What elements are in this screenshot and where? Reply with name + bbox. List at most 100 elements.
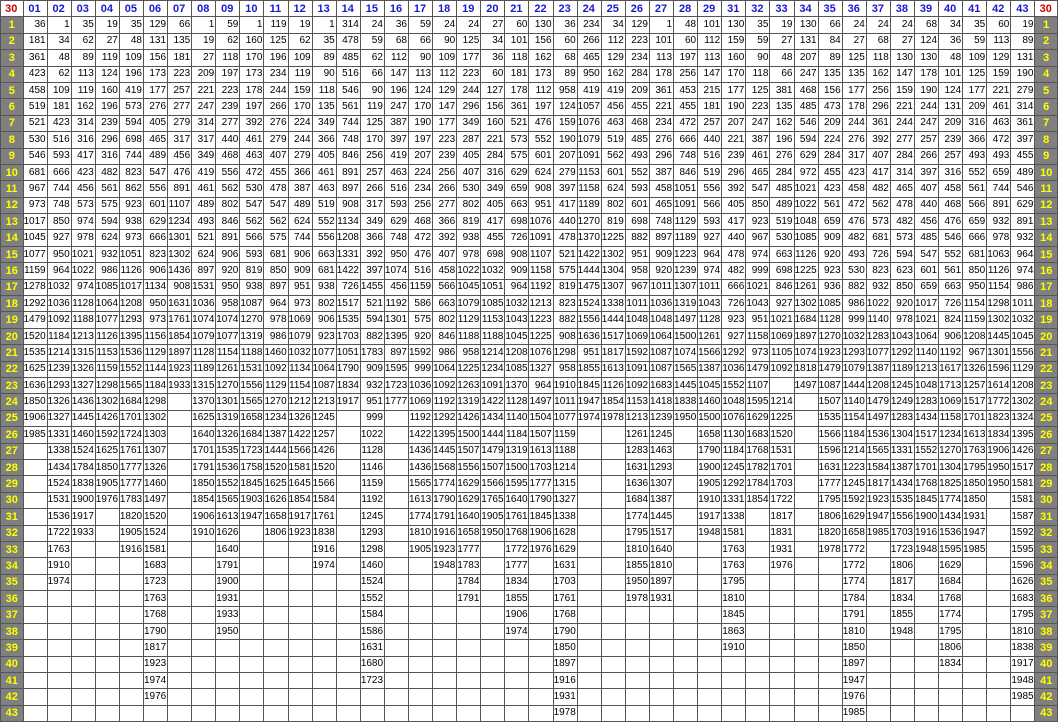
grid-cell: 257: [359, 163, 385, 182]
grid-cell: [191, 573, 217, 592]
grid-cell: [793, 524, 819, 542]
grid-cell: 819: [456, 213, 482, 231]
row-label-left: 20: [0, 327, 24, 346]
grid-cell: [793, 688, 819, 706]
grid-cell: 1077: [311, 344, 337, 362]
grid-cell: 932: [359, 376, 385, 395]
grid-cell: 575: [263, 229, 289, 247]
grid-cell: 519: [600, 131, 626, 149]
grid-cell: 482: [889, 213, 915, 231]
row-label-left: 15: [0, 245, 24, 264]
grid-cell: 573: [118, 98, 144, 116]
grid-cell: 1455: [359, 278, 385, 297]
grid-cell: 561: [817, 196, 843, 215]
grid-cell: 279: [263, 131, 289, 149]
grid-cell: 575: [407, 311, 434, 329]
grid-cell: 1126: [600, 376, 626, 395]
grid-cell: [359, 704, 385, 722]
grid-cell: 663: [432, 295, 458, 313]
grid-cell: 1758: [239, 458, 265, 477]
grid-cell: 1189: [576, 196, 602, 215]
grid-cell: 1326: [142, 458, 169, 477]
grid-cell: [432, 573, 458, 592]
row-label-right: 39: [1034, 639, 1058, 657]
grid-cell: 1270: [817, 327, 843, 346]
grid-cell: 530: [22, 131, 48, 149]
grid-cell: 207: [552, 147, 578, 165]
grid-cell: 1302: [167, 245, 193, 264]
grid-cell: [745, 573, 771, 592]
grid-cell: 314: [1010, 98, 1036, 116]
grid-cell: 1556: [1010, 344, 1036, 362]
grid-cell: 601: [528, 147, 554, 165]
grid-cell: 419: [118, 81, 144, 100]
grid-cell: 1249: [889, 393, 915, 411]
grid-cell: 197: [215, 65, 241, 83]
grid-cell: [600, 704, 626, 722]
grid-cell: 118: [865, 49, 891, 67]
grid-cell: 1905: [480, 508, 506, 526]
grid-cell: 27: [94, 32, 120, 51]
grid-cell: [263, 557, 289, 575]
grid-cell: 314: [70, 114, 96, 133]
grid-body: 1 36 1 35 19 35 129 66 1 59 1 119 19 1 314 24 36 59 24 24 27…: [0, 16, 1058, 722]
row-label-right: 35: [1034, 573, 1058, 592]
grid-cell: 594: [889, 245, 915, 264]
grid-cell: 1188: [480, 327, 506, 346]
grid-cell: [335, 606, 361, 624]
grid-cell: 964: [46, 262, 72, 280]
grid-cell: 277: [167, 98, 193, 116]
grid-cell: 1214: [552, 458, 578, 477]
grid-cell: 1850: [94, 458, 120, 477]
grid-cell: 1307: [600, 278, 626, 297]
row-label-right: 19: [1034, 311, 1058, 329]
grid-cell: 802: [432, 311, 458, 329]
grid-cell: 1192: [359, 491, 385, 510]
grid-cell: 266: [432, 180, 458, 198]
grid-cell: 1629: [456, 491, 482, 510]
grid-cell: [793, 622, 819, 641]
grid-cell: 1507: [817, 393, 843, 411]
grid-cell: 594: [793, 131, 819, 149]
grid-cell: [70, 655, 96, 674]
grid-cell: 296: [721, 163, 747, 182]
grid-cell: 938: [118, 213, 144, 231]
table-row: 11 967 744 456 561 862 556 891 461 562 530 478 387 46…: [0, 180, 1058, 198]
grid-cell: 223: [745, 98, 771, 116]
grid-cell: [383, 672, 410, 690]
grid-cell: 1772: [986, 393, 1012, 411]
grid-cell: 1806: [938, 639, 964, 657]
grid-cell: 594: [359, 311, 385, 329]
column-header: 12: [287, 0, 313, 18]
grid-cell: [913, 557, 940, 575]
grid-cell: 181: [167, 49, 193, 67]
grid-cell: [913, 573, 940, 592]
grid-cell: 109: [432, 49, 458, 67]
grid-cell: 1658: [697, 426, 723, 444]
grid-cell: [673, 672, 699, 690]
grid-cell: 1917: [287, 508, 313, 526]
grid-cell: 1631: [624, 458, 650, 477]
grid-cell: 1974: [576, 409, 602, 428]
column-header: 11: [263, 0, 289, 18]
grid-cell: 1536: [118, 344, 144, 362]
grid-cell: [335, 704, 361, 722]
grid-cell: 1777: [817, 475, 843, 493]
column-header: 38: [889, 0, 915, 18]
grid-cell: [167, 524, 193, 542]
grid-cell: 973: [118, 229, 144, 247]
grid-cell: 1422: [335, 262, 361, 280]
grid-cell: 951: [359, 393, 385, 411]
grid-cell: 1947: [239, 508, 265, 526]
row-label-right: 13: [1034, 213, 1058, 231]
grid-cell: 1188: [552, 442, 578, 460]
grid-cell: 891: [986, 196, 1012, 215]
grid-cell: 908: [528, 180, 554, 198]
grid-cell: [94, 639, 120, 657]
grid-cell: 891: [1010, 213, 1036, 231]
grid-cell: 316: [94, 147, 120, 165]
grid-cell: [383, 704, 410, 722]
grid-cell: [456, 672, 482, 690]
grid-cell: 366: [287, 163, 313, 182]
grid-cell: [46, 688, 72, 706]
